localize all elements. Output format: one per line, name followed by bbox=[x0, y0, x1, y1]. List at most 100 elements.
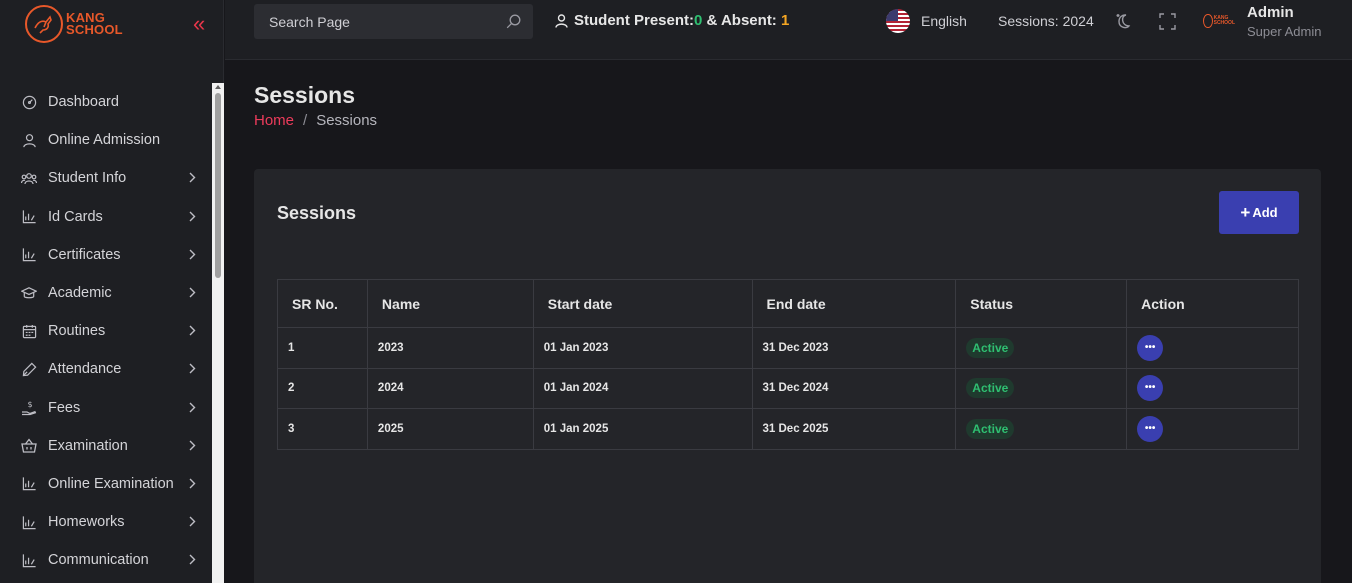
scrollbar-thumb[interactable] bbox=[215, 93, 221, 278]
sidebar-item-online-examination[interactable]: Online Examination bbox=[0, 465, 212, 503]
sidebar-item-examination[interactable]: Examination bbox=[0, 427, 212, 465]
sidebar-item-dashboard[interactable]: Dashboard bbox=[0, 83, 212, 121]
sidebar-item-label: Id Cards bbox=[48, 208, 103, 225]
cell-action: ••• bbox=[1126, 367, 1299, 409]
table-row: 1 2023 01 Jan 2023 31 Dec 2023 Active ••… bbox=[277, 327, 1299, 369]
chevron-right-icon bbox=[189, 402, 196, 412]
chart-icon bbox=[21, 552, 37, 568]
row-actions-button[interactable]: ••• bbox=[1137, 415, 1164, 442]
present-count: 0 bbox=[694, 12, 703, 29]
kangaroo-logo-icon bbox=[25, 5, 63, 43]
sidebar-scrollbar[interactable] bbox=[212, 83, 224, 583]
sidebar-item-label: Online Admission bbox=[48, 132, 161, 149]
cell-sr-no: 2 bbox=[277, 367, 368, 409]
svg-text:$: $ bbox=[28, 400, 33, 409]
chart-icon bbox=[21, 476, 37, 492]
sidebar: KANG SCHOOL « Dashboard Online Admission… bbox=[0, 0, 224, 583]
cell-sr-no: 1 bbox=[277, 327, 368, 369]
user-icon bbox=[21, 132, 37, 148]
cell-end-date: 31 Dec 2024 bbox=[751, 367, 957, 409]
cell-end-date: 31 Dec 2023 bbox=[751, 327, 957, 369]
chart-icon bbox=[21, 247, 37, 263]
cell-action: ••• bbox=[1126, 327, 1299, 369]
sidebar-item-id-cards[interactable]: Id Cards bbox=[0, 198, 212, 236]
chevron-right-icon bbox=[189, 363, 196, 374]
sidebar-item-label: Student Info bbox=[48, 170, 127, 187]
us-flag-icon bbox=[886, 9, 910, 33]
chevron-right-icon bbox=[189, 211, 196, 222]
sidebar-item-label: Communication bbox=[48, 552, 149, 569]
chart-icon bbox=[21, 514, 37, 530]
language-label: English bbox=[921, 13, 967, 29]
column-header-action: Action bbox=[1126, 279, 1299, 328]
sidebar-item-label: Dashboard bbox=[48, 94, 119, 111]
column-header-name: Name bbox=[366, 279, 534, 328]
cell-name: 2023 bbox=[366, 327, 534, 369]
cell-name: 2025 bbox=[366, 408, 534, 450]
cell-name: 2024 bbox=[366, 367, 534, 409]
table-row: 2 2024 01 Jan 2024 31 Dec 2024 Active ••… bbox=[277, 367, 1299, 409]
avatar-brand-text: KANG SCHOOL bbox=[1214, 16, 1235, 26]
table-header-row: SR No. Name Start date End date Status A… bbox=[277, 279, 1299, 328]
scroll-up-arrow-icon[interactable] bbox=[215, 85, 221, 89]
users-icon bbox=[21, 170, 37, 186]
pen-icon bbox=[21, 361, 37, 377]
status-badge: Active bbox=[966, 337, 1015, 358]
sessions-card: Sessions + Add SR No. Name Start date En… bbox=[254, 169, 1321, 583]
column-header-sr-no: SR No. bbox=[277, 279, 368, 328]
chevron-right-icon bbox=[189, 478, 196, 489]
chevron-right-icon bbox=[189, 249, 196, 260]
breadcrumb-separator: / bbox=[303, 112, 308, 129]
chevron-right-icon bbox=[189, 172, 196, 183]
brand-logo[interactable]: KANG SCHOOL bbox=[25, 5, 123, 43]
language-selector[interactable]: English bbox=[886, 9, 967, 33]
chevron-right-icon bbox=[189, 554, 196, 565]
sidebar-item-online-admission[interactable]: Online Admission bbox=[0, 121, 212, 159]
sidebar-collapse-button[interactable]: « bbox=[193, 13, 205, 35]
search-box bbox=[254, 4, 533, 39]
cell-start-date: 01 Jan 2024 bbox=[532, 367, 753, 409]
basket-icon bbox=[21, 438, 37, 454]
sidebar-item-label: Fees bbox=[48, 399, 81, 416]
user-avatar[interactable]: KANG SCHOOL bbox=[1203, 12, 1235, 30]
presence-prefix: Student Present: bbox=[574, 12, 695, 29]
column-header-end-date: End date bbox=[751, 279, 957, 328]
top-header: Student Present: 0 & Absent: 1 English S… bbox=[225, 0, 1352, 60]
search-icon[interactable] bbox=[506, 14, 521, 29]
card-title: Sessions bbox=[277, 203, 357, 223]
sidebar-item-routines[interactable]: Routines bbox=[0, 312, 212, 350]
sidebar-item-label: Online Examination bbox=[48, 475, 174, 492]
sidebar-item-fees[interactable]: $ Fees bbox=[0, 389, 212, 427]
cell-start-date: 01 Jan 2025 bbox=[532, 408, 753, 450]
sidebar-item-academic[interactable]: Academic bbox=[0, 274, 212, 312]
sidebar-item-communication[interactable]: Communication bbox=[0, 541, 212, 579]
add-session-button[interactable]: + Add bbox=[1219, 191, 1299, 234]
row-actions-button[interactable]: ••• bbox=[1137, 375, 1164, 402]
table-row: 3 2025 01 Jan 2025 31 Dec 2025 Active ••… bbox=[277, 408, 1299, 450]
fullscreen-icon[interactable] bbox=[1159, 13, 1176, 30]
search-input[interactable] bbox=[254, 4, 484, 39]
sidebar-item-label: Academic bbox=[48, 285, 112, 302]
sidebar-item-attendance[interactable]: Attendance bbox=[0, 350, 212, 388]
cell-status: Active bbox=[955, 367, 1128, 409]
cell-action: ••• bbox=[1126, 408, 1299, 450]
current-session[interactable]: Sessions: 2024 bbox=[998, 13, 1094, 29]
breadcrumb-home-link[interactable]: Home bbox=[254, 112, 294, 129]
gauge-icon bbox=[21, 94, 37, 110]
column-header-status: Status bbox=[955, 279, 1128, 328]
sidebar-item-homeworks[interactable]: Homeworks bbox=[0, 503, 212, 541]
row-actions-button[interactable]: ••• bbox=[1137, 334, 1164, 361]
user-menu[interactable]: Admin Super Admin bbox=[1247, 4, 1321, 39]
user-icon bbox=[555, 13, 568, 28]
sessions-table: SR No. Name Start date End date Status A… bbox=[277, 279, 1299, 450]
sidebar-item-label: Certificates bbox=[48, 246, 121, 263]
sidebar-item-student-info[interactable]: Student Info bbox=[0, 159, 212, 197]
brand-line-2: SCHOOL bbox=[66, 22, 123, 37]
cell-end-date: 31 Dec 2025 bbox=[751, 408, 957, 450]
presence-mid: & Absent: bbox=[702, 12, 781, 29]
moon-icon[interactable] bbox=[1115, 12, 1135, 30]
column-header-start-date: Start date bbox=[532, 279, 753, 328]
sidebar-item-certificates[interactable]: Certificates bbox=[0, 236, 212, 274]
kangaroo-logo-icon bbox=[1203, 14, 1213, 28]
plus-icon: + bbox=[1240, 202, 1251, 222]
